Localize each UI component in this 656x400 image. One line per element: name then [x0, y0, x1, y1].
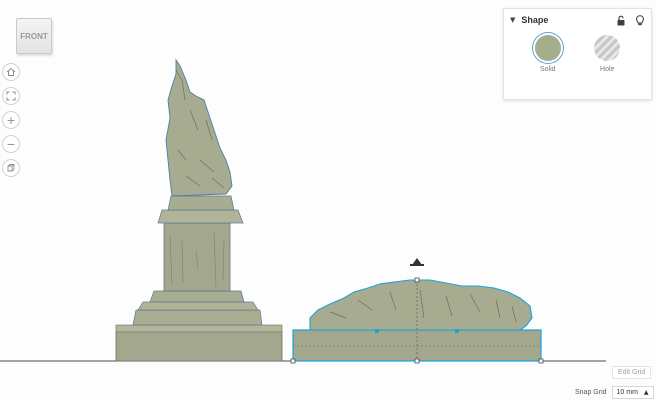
collapse-arrow-icon[interactable]: ▼ — [510, 16, 515, 24]
view-cube-front-face[interactable]: FRONT — [16, 18, 52, 54]
hole-swatch[interactable] — [594, 35, 621, 61]
solid-label: Solid — [539, 66, 556, 73]
caret-up-icon: ▲ — [643, 389, 649, 396]
cube-icon — [7, 164, 15, 172]
snap-grid-select[interactable]: 10 mm ▲ — [611, 386, 654, 399]
view-cube[interactable]: FRONT — [16, 18, 54, 58]
zoom-in-icon: + — [6, 113, 16, 127]
zoom-out-button[interactable]: − — [2, 135, 20, 153]
visibility-button[interactable] — [635, 14, 645, 26]
view-controls: + − — [2, 63, 22, 183]
hole-option[interactable]: Hole — [582, 35, 632, 73]
hole-label: Hole — [600, 66, 615, 73]
panel-header: ▼ Shape — [504, 9, 651, 31]
statue-model[interactable] — [115, 58, 283, 362]
home-icon — [6, 67, 16, 76]
reclining-figure-model[interactable] — [290, 277, 544, 364]
solid-option[interactable]: Solid — [523, 35, 573, 73]
lock-button[interactable] — [616, 15, 626, 26]
edit-grid-button[interactable]: Edit Grid — [612, 366, 652, 379]
lock-icon — [617, 15, 625, 25]
lightbulb-icon — [636, 14, 644, 25]
snap-grid-value: 10 mm — [616, 389, 638, 396]
solid-color-swatch[interactable] — [534, 35, 561, 61]
snap-grid-control: Snap Grid 10 mm ▲ — [575, 386, 654, 399]
panel-title: Shape — [521, 15, 549, 25]
shape-inspector-panel: ▼ Shape Solid Hole — [503, 8, 652, 100]
fit-view-icon — [6, 91, 16, 101]
height-arrow-handle[interactable] — [410, 258, 424, 266]
zoom-in-button[interactable]: + — [2, 111, 20, 129]
home-view-button[interactable] — [2, 63, 20, 81]
ortho-view-button[interactable] — [2, 159, 20, 177]
snap-grid-label: Snap Grid — [575, 389, 607, 396]
shape-type-options: Solid Hole — [504, 35, 651, 73]
zoom-out-icon: − — [6, 137, 16, 151]
fit-view-button[interactable] — [2, 87, 20, 105]
workplane-viewport[interactable]: FRONT + − ▼ Shape Solid Hole Edit Grid S… — [0, 0, 656, 400]
